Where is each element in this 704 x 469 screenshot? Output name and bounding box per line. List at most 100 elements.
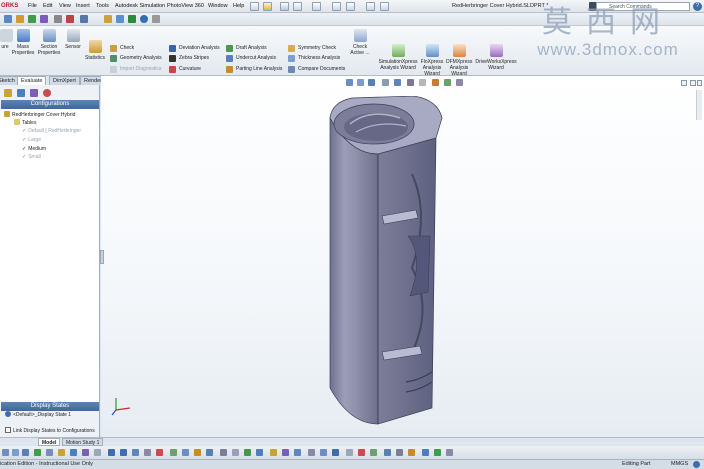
display-state-item[interactable]: <Default>_Display State 1 xyxy=(5,411,71,420)
tab-evaluate[interactable]: Evaluate xyxy=(17,76,47,85)
menu-photoview[interactable]: PhotoView 360 xyxy=(167,0,204,13)
status-help-icon[interactable] xyxy=(693,461,700,468)
undercut-analysis-button[interactable]: Undercut Analysis xyxy=(226,54,276,63)
thickness-analysis-button[interactable]: Thickness Analysis xyxy=(288,54,340,63)
feature-tool-icon[interactable] xyxy=(446,449,453,456)
feature-tool-icon[interactable] xyxy=(206,449,213,456)
previous-view-icon[interactable] xyxy=(368,79,375,86)
parting-line-analysis-button[interactable]: Parting Line Analysis xyxy=(226,65,282,74)
menu-tools[interactable]: Tools xyxy=(96,0,109,13)
display-manager-icon[interactable] xyxy=(43,89,51,97)
menu-view[interactable]: View xyxy=(59,0,71,13)
feature-tool-icon[interactable] xyxy=(308,449,315,456)
feature-tool-icon[interactable] xyxy=(270,449,277,456)
panel-splitter-handle[interactable] xyxy=(100,250,104,264)
checkbox-box[interactable] xyxy=(5,427,11,433)
feature-tool-icon[interactable] xyxy=(182,449,189,456)
feature-tool-icon[interactable] xyxy=(132,449,139,456)
config-item-default[interactable]: ✓ Default [ RedHerbringer xyxy=(22,127,81,135)
check-button[interactable]: Check xyxy=(110,44,134,53)
feature-tool-icon[interactable] xyxy=(370,449,377,456)
feature-tool-icon[interactable] xyxy=(346,449,353,456)
zebra-stripes-button[interactable]: Zebra Stripes xyxy=(169,54,209,63)
toolbar-circle-icon[interactable] xyxy=(140,15,148,23)
view-settings-icon[interactable] xyxy=(456,79,463,86)
part-model-cylinder[interactable] xyxy=(320,96,450,426)
view-tool-icon[interactable] xyxy=(2,449,9,456)
sketch-tool-icon[interactable] xyxy=(94,449,101,456)
menu-help[interactable]: Help xyxy=(233,0,244,13)
toolbar-feature-icon[interactable] xyxy=(4,15,12,23)
feature-tool-icon[interactable] xyxy=(232,449,239,456)
deviation-analysis-button[interactable]: Deviation Analysis xyxy=(169,44,220,53)
feature-tool-icon[interactable] xyxy=(358,449,365,456)
property-manager-icon[interactable] xyxy=(17,89,25,97)
feature-tool-icon[interactable] xyxy=(282,449,289,456)
feature-manager-icon[interactable] xyxy=(4,89,12,97)
undo-icon[interactable] xyxy=(312,2,321,11)
import-diagnostics-button[interactable]: Import Diagnostics xyxy=(110,65,161,74)
feature-tool-icon[interactable] xyxy=(156,449,163,456)
zoom-area-icon[interactable] xyxy=(357,79,364,86)
apply-scene-icon[interactable] xyxy=(444,79,451,86)
config-item-large[interactable]: ✓ Large xyxy=(22,136,41,144)
tree-root[interactable]: RedHerbringer Cover Hybrid xyxy=(4,111,75,119)
print-icon[interactable] xyxy=(293,2,302,11)
sketch-tool-icon[interactable] xyxy=(34,449,41,456)
feature-tool-icon[interactable] xyxy=(144,449,151,456)
tab-motion-study[interactable]: Motion Study 1 xyxy=(62,438,104,446)
feature-tool-icon[interactable] xyxy=(120,449,127,456)
maximize-viewport-icon[interactable] xyxy=(690,80,696,86)
feature-tool-icon[interactable] xyxy=(332,449,339,456)
menu-window[interactable]: Window xyxy=(208,0,228,13)
help-icon[interactable]: ? xyxy=(693,2,702,11)
section-view-icon[interactable] xyxy=(382,79,389,86)
close-viewport-icon[interactable] xyxy=(697,80,702,86)
ribbon-button-measure[interactable]: ure xyxy=(0,29,13,71)
toolbar-view-icon[interactable] xyxy=(80,15,88,23)
menu-autodesk-simulation[interactable]: Autodesk Simulation xyxy=(115,0,165,13)
sketch-tool-icon[interactable] xyxy=(46,449,53,456)
feature-tool-icon[interactable] xyxy=(170,449,177,456)
curvature-button[interactable]: Curvature xyxy=(169,65,201,74)
toolbar-sketch-icon[interactable] xyxy=(16,15,24,23)
status-units[interactable]: MMGS xyxy=(671,460,688,469)
feature-tool-icon[interactable] xyxy=(244,449,251,456)
feature-tool-icon[interactable] xyxy=(396,449,403,456)
file-properties-icon[interactable] xyxy=(366,2,375,11)
feature-tool-icon[interactable] xyxy=(220,449,227,456)
save-icon[interactable] xyxy=(280,2,289,11)
feature-tool-icon[interactable] xyxy=(108,449,115,456)
toolbar-measure-icon[interactable] xyxy=(54,15,62,23)
hide-show-items-icon[interactable] xyxy=(419,79,426,86)
feature-tool-icon[interactable] xyxy=(320,449,327,456)
compare-documents-button[interactable]: Compare Documents xyxy=(288,65,345,74)
configuration-manager-icon[interactable] xyxy=(30,89,38,97)
open-folder-icon[interactable] xyxy=(263,2,272,11)
feature-tool-icon[interactable] xyxy=(422,449,429,456)
check-active-button[interactable]: Check Active ... xyxy=(347,29,373,71)
toolbar-evaluate-icon[interactable] xyxy=(28,15,36,23)
tab-sketch[interactable]: Sketch xyxy=(0,76,19,85)
toolbar-render-icon[interactable] xyxy=(40,15,48,23)
tree-tables[interactable]: Tables xyxy=(14,119,36,127)
config-item-medium[interactable]: ✓ Medium xyxy=(22,145,46,153)
tab-dimxpert[interactable]: DimXpert xyxy=(49,76,80,85)
menu-insert[interactable]: Insert xyxy=(76,0,90,13)
feature-tool-icon[interactable] xyxy=(194,449,201,456)
sketch-tool-icon[interactable] xyxy=(82,449,89,456)
task-pane-icons[interactable] xyxy=(696,90,702,120)
link-display-states-checkbox[interactable]: Link Display States to Configurations xyxy=(5,427,95,436)
menu-file[interactable]: File xyxy=(28,0,37,13)
ribbon-button-mass-properties[interactable]: Mass Properties xyxy=(11,29,35,71)
geometry-analysis-button[interactable]: Geometry Analysis xyxy=(110,54,162,63)
ribbon-button-sensor[interactable]: Sensor xyxy=(63,29,83,71)
menu-edit[interactable]: Edit xyxy=(43,0,52,13)
view-tool-icon[interactable] xyxy=(12,449,19,456)
toolbar-spline-icon[interactable] xyxy=(128,15,136,23)
options-icon[interactable] xyxy=(380,2,389,11)
feature-tool-icon[interactable] xyxy=(408,449,415,456)
draft-analysis-button[interactable]: Draft Analysis xyxy=(226,44,267,53)
config-item-small[interactable]: ✓ Small xyxy=(22,153,41,161)
feature-tool-icon[interactable] xyxy=(384,449,391,456)
